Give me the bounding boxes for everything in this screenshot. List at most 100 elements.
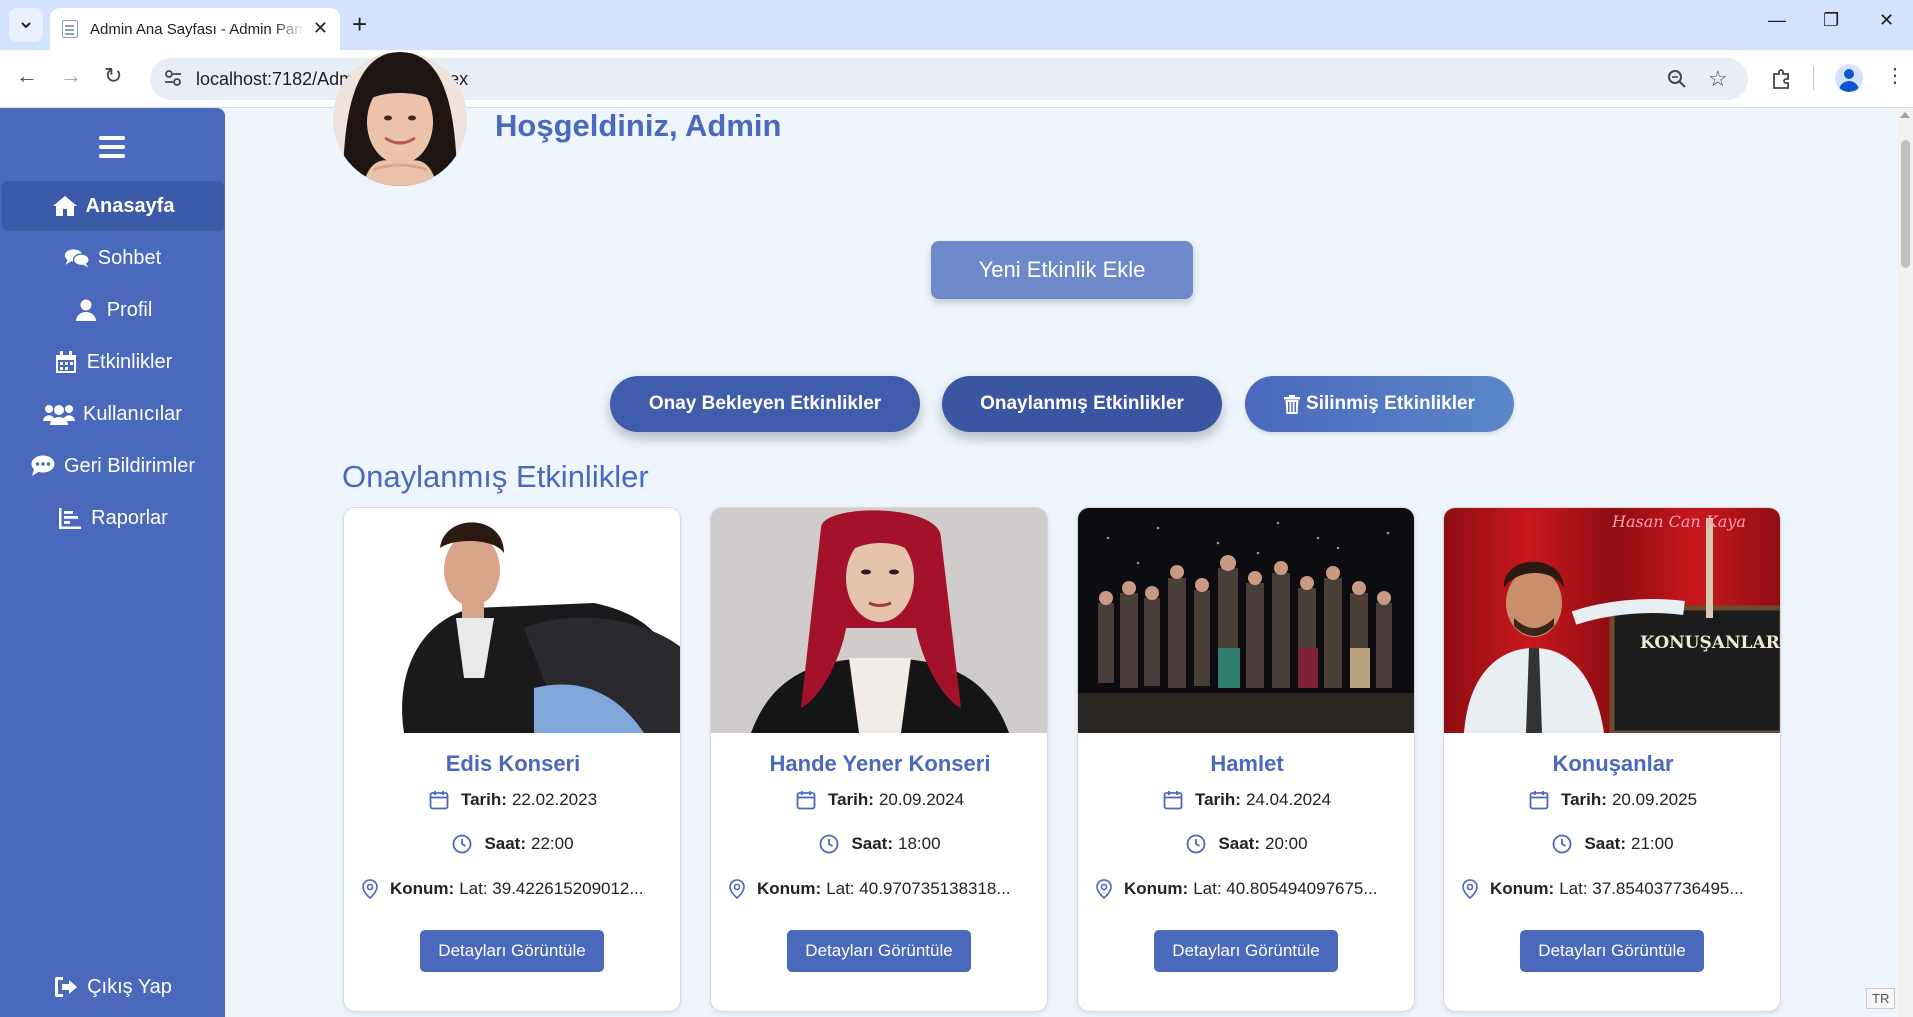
event-card: Hande Yener Konseri Tarih: 20.09.2024 Sa…: [710, 507, 1048, 1012]
event-date-row: Tarih: 20.09.2025: [1444, 790, 1780, 810]
sidebar-item-etkinlikler[interactable]: Etkinlikler: [0, 337, 225, 387]
event-location: Lat: 40.970735138318...: [826, 879, 1011, 898]
clock-icon: [819, 834, 839, 854]
chart-icon: [57, 507, 83, 529]
event-date: 24.04.2024: [1245, 790, 1332, 809]
reload-icon[interactable]: ↻: [104, 64, 122, 88]
chevron-down-icon: [21, 22, 31, 29]
event-image: [711, 508, 1047, 733]
user-icon: [73, 299, 99, 321]
calendar-icon: [796, 790, 816, 810]
event-date-row: Tarih: 20.09.2024: [711, 790, 1047, 810]
location-label: Konum:: [757, 879, 822, 898]
forward-icon[interactable]: →: [60, 64, 82, 88]
view-details-button[interactable]: Detayları Görüntüle: [1154, 930, 1338, 972]
add-event-button[interactable]: Yeni Etkinlik Ekle: [931, 241, 1193, 299]
input-language-indicator: TR: [1866, 988, 1896, 1009]
view-details-button[interactable]: Detayları Görüntüle: [420, 930, 604, 972]
restore-icon[interactable]: ❐: [1823, 10, 1839, 31]
event-time: 22:00: [531, 834, 574, 853]
site-info-icon[interactable]: [163, 68, 183, 88]
calendar-icon: [429, 790, 449, 810]
view-details-button[interactable]: Detayları Görüntüle: [1520, 930, 1704, 972]
profile-avatar-icon[interactable]: [1835, 64, 1863, 92]
hamburger-menu-icon[interactable]: [99, 136, 125, 158]
time-label: Saat:: [1584, 834, 1627, 853]
sidebar-item-geri-bildirimler[interactable]: Geri Bildirimler: [0, 441, 225, 491]
comments-icon: [64, 247, 90, 269]
location-label: Konum:: [1490, 879, 1555, 898]
clock-icon: [1186, 834, 1206, 854]
logout-label: Çıkış Yap: [87, 975, 172, 998]
tab-search-button[interactable]: [9, 8, 43, 42]
home-icon: [52, 195, 78, 217]
close-tab-icon[interactable]: ✕: [313, 18, 328, 39]
sidebar-item-profil[interactable]: Profil: [0, 285, 225, 335]
event-location-row: Konum: Lat: 40.970735138318...: [711, 879, 1047, 899]
browser-tab[interactable]: Admin Ana Sayfası - Admin Panel ✕: [50, 8, 340, 50]
event-title: Hamlet: [1210, 751, 1284, 776]
event-location: Lat: 39.422615209012...: [459, 879, 644, 898]
event-title: Konuşanlar: [1552, 751, 1674, 776]
event-card: Hamlet Tarih: 24.04.2024 Saat: 20:00 Kon…: [1077, 507, 1415, 1012]
event-time-row: Saat: 22:00: [344, 834, 680, 854]
event-image: Hasan Can Kaya KONUŞANLAR: [1444, 508, 1780, 733]
event-date-row: Tarih: 24.04.2024: [1078, 790, 1414, 810]
sidebar-item-label: Kullanıcılar: [83, 402, 182, 425]
back-icon[interactable]: ←: [16, 64, 38, 88]
event-location: Lat: 40.805494097675...: [1193, 879, 1378, 898]
pending-events-button[interactable]: Onay Bekleyen Etkinlikler: [610, 376, 920, 432]
view-details-button[interactable]: Detayları Görüntüle: [787, 930, 971, 972]
sign-out-icon: [53, 976, 79, 998]
event-location-row: Konum: Lat: 37.854037736495...: [1444, 879, 1780, 899]
deleted-events-button[interactable]: Silinmiş Etkinlikler: [1245, 376, 1514, 432]
admin-avatar: [333, 52, 467, 186]
sidebar-item-sohbet[interactable]: Sohbet: [0, 233, 225, 283]
approved-events-button[interactable]: Onaylanmış Etkinlikler: [942, 376, 1222, 432]
trash-icon: [1284, 394, 1301, 414]
browser-tab-bar: Admin Ana Sayfası - Admin Panel ✕ + — ❐ …: [0, 0, 1913, 50]
page-favicon-icon: [62, 20, 78, 38]
event-date: 20.09.2025: [1611, 790, 1698, 809]
calendar-icon: [1529, 790, 1549, 810]
sidebar-item-anasayfa[interactable]: Anasayfa: [2, 181, 224, 231]
browser-toolbar: ← → ↻ localhost:7182/Admin/AdminIndex ☆ …: [0, 50, 1913, 108]
event-image: [1078, 508, 1414, 733]
tab-title: Admin Ana Sayfası - Admin Panel: [90, 20, 305, 38]
event-time: 20:00: [1265, 834, 1308, 853]
event-title: Edis Konseri: [445, 751, 581, 776]
calendar-icon: [53, 351, 79, 373]
zoom-icon[interactable]: [1667, 69, 1687, 89]
location-pin-icon: [729, 879, 745, 899]
poster-sign: KONUŞANLAR: [1640, 633, 1780, 653]
date-label: Tarih:: [1194, 790, 1241, 809]
window-close-icon[interactable]: ✕: [1879, 10, 1894, 31]
time-label: Saat:: [484, 834, 527, 853]
event-time: 21:00: [1631, 834, 1674, 853]
sidebar-item-label: Anasayfa: [85, 194, 175, 217]
date-label: Tarih:: [827, 790, 874, 809]
event-time-row: Saat: 18:00: [711, 834, 1047, 854]
sidebar-item-label: Geri Bildirimler: [63, 454, 196, 477]
scroll-up-arrow-icon[interactable]: [1900, 112, 1910, 118]
location-pin-icon: [1096, 879, 1112, 899]
browser-menu-icon[interactable]: ⋮: [1885, 64, 1905, 88]
event-title: Hande Yener Konseri: [769, 751, 991, 776]
event-time-row: Saat: 21:00: [1444, 834, 1780, 854]
sidebar-item-raporlar[interactable]: Raporlar: [0, 493, 225, 543]
event-card: Edis Konseri Tarih: 22.02.2023 Saat: 22:…: [343, 507, 681, 1012]
time-label: Saat:: [851, 834, 894, 853]
minimize-icon[interactable]: —: [1768, 10, 1786, 31]
location-label: Konum:: [1124, 879, 1189, 898]
scrollbar-thumb[interactable]: [1901, 140, 1910, 268]
bookmark-star-icon[interactable]: ☆: [1708, 66, 1728, 92]
sidebar-item-label: Sohbet: [97, 246, 162, 269]
event-date: 20.09.2024: [878, 790, 965, 809]
logout-button[interactable]: Çıkış Yap: [0, 962, 225, 1012]
sidebar-item-kullanicilar[interactable]: Kullanıcılar: [0, 389, 225, 439]
event-location-row: Konum: Lat: 39.422615209012...: [344, 879, 680, 899]
new-tab-icon[interactable]: +: [352, 10, 367, 38]
event-time-row: Saat: 20:00: [1078, 834, 1414, 854]
extensions-icon[interactable]: [1770, 68, 1792, 90]
location-pin-icon: [1462, 879, 1478, 899]
